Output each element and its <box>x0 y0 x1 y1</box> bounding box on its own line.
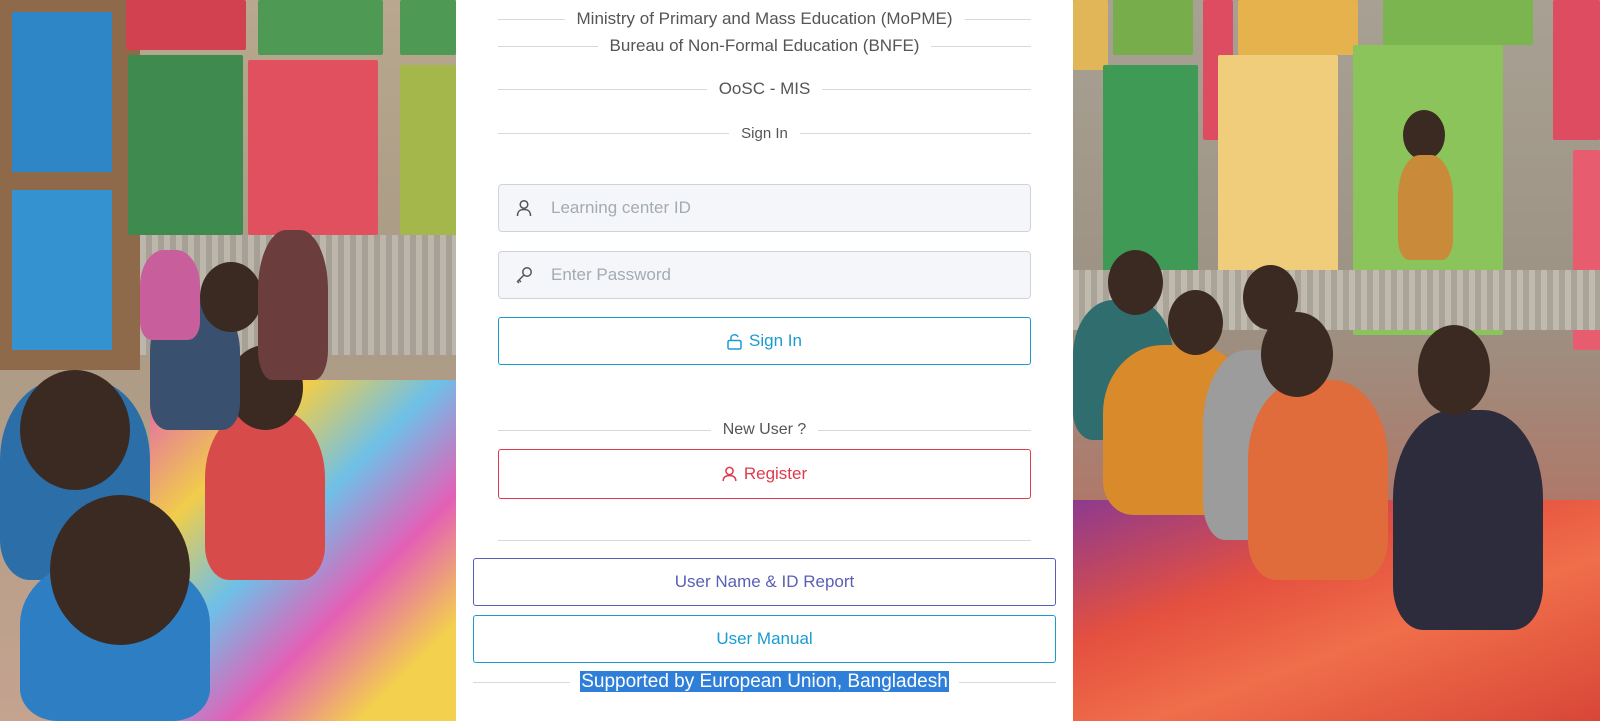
divider-line <box>799 132 1032 134</box>
divider-line <box>473 681 571 683</box>
login-card: Ministry of Primary and Mass Education (… <box>456 0 1073 721</box>
learning-center-input[interactable] <box>549 184 1030 232</box>
divider-line <box>498 540 1031 541</box>
support-text: Supported by European Union, Bangladesh <box>580 671 949 692</box>
password-input[interactable] <box>549 251 1030 299</box>
user-icon <box>499 199 549 217</box>
register-button[interactable]: Register <box>498 449 1031 499</box>
report-button-label: User Name & ID Report <box>674 572 855 591</box>
background-photo-left <box>0 0 456 721</box>
sign-in-button-label: Sign In <box>749 331 802 350</box>
login-page: Ministry of Primary and Mass Education (… <box>0 0 1600 721</box>
system-heading: OoSC - MIS <box>498 79 1031 99</box>
bureau-text: Bureau of Non-Formal Education (BNFE) <box>609 36 920 55</box>
divider-line <box>498 88 707 90</box>
learning-center-field[interactable] <box>498 184 1031 232</box>
ministry-text: Ministry of Primary and Mass Education (… <box>576 9 953 28</box>
support-text-wrapper: Supported by European Union, Bangladesh <box>570 671 959 693</box>
divider-line <box>931 45 1031 47</box>
divider-line <box>958 681 1056 683</box>
divider-line <box>822 88 1031 90</box>
divider-line <box>498 132 730 134</box>
divider-line <box>498 18 565 20</box>
manual-button-label: User Manual <box>716 629 813 648</box>
sign-in-heading-text: Sign In <box>741 124 788 142</box>
background-photo-right <box>1073 0 1600 721</box>
divider-line <box>498 429 711 431</box>
divider-line <box>818 429 1032 431</box>
key-icon <box>499 266 549 284</box>
divider-line <box>498 45 598 47</box>
new-user-text: New User ? <box>722 421 807 438</box>
ministry-heading: Ministry of Primary and Mass Education (… <box>498 9 1031 29</box>
password-field[interactable] <box>498 251 1031 299</box>
bureau-heading: Bureau of Non-Formal Education (BNFE) <box>498 36 1031 56</box>
new-user-heading: New User ? <box>498 420 1032 440</box>
unlock-icon <box>727 333 742 350</box>
sign-in-heading: Sign In <box>498 123 1032 143</box>
footer: Supported by European Union, Bangladesh <box>473 670 1056 694</box>
register-button-label: Register <box>743 464 808 483</box>
user-manual-button[interactable]: User Manual <box>473 615 1056 663</box>
user-name-id-report-button[interactable]: User Name & ID Report <box>473 558 1056 606</box>
sign-in-button[interactable]: Sign In <box>498 317 1031 365</box>
system-text: OoSC - MIS <box>718 79 811 98</box>
divider-line <box>964 18 1031 20</box>
user-icon <box>722 466 737 482</box>
